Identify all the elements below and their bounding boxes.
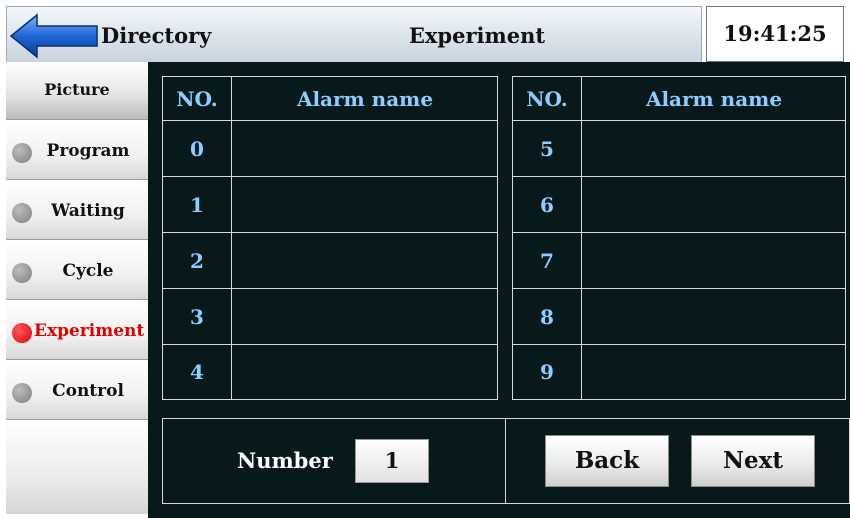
directory-label[interactable]: Directory — [101, 7, 211, 63]
sidebar-item-label: Program — [46, 141, 130, 161]
alarm-name-cell — [582, 177, 846, 232]
page-title: Experiment — [408, 23, 546, 48]
sidebar-item-label: Experiment — [34, 321, 145, 341]
alarm-table-right: NO. Alarm name 5 6 7 8 9 — [512, 76, 846, 400]
sidebar: Picture Program Waiting Cycle Experiment… — [6, 62, 148, 514]
sidebar-header-picture[interactable]: Picture — [6, 62, 148, 120]
back-button[interactable]: Back — [545, 435, 669, 487]
alarm-number: 5 — [540, 136, 554, 161]
table-row: 4 — [163, 345, 497, 399]
alarm-name-cell — [232, 177, 498, 232]
sidebar-blank-area — [6, 420, 148, 514]
column-header-no: NO. — [176, 86, 218, 111]
alarm-number: 6 — [540, 192, 554, 217]
back-arrow-icon[interactable] — [9, 13, 99, 59]
sidebar-item-cycle[interactable]: Cycle — [6, 242, 148, 300]
table-header-row: NO. Alarm name — [163, 77, 497, 121]
table-row: 6 — [513, 177, 845, 233]
alarm-number: 2 — [190, 248, 204, 273]
alarm-name-cell — [582, 121, 846, 176]
sidebar-item-experiment[interactable]: Experiment — [6, 302, 148, 360]
table-row: 5 — [513, 121, 845, 177]
column-header-alarm-name: Alarm name — [645, 86, 783, 111]
alarm-name-cell — [582, 233, 846, 288]
active-dot-icon — [12, 323, 32, 343]
number-label: Number — [237, 448, 333, 473]
alarm-number: 4 — [190, 360, 204, 384]
column-header-no: NO. — [526, 86, 568, 111]
alarm-name-cell — [232, 289, 498, 344]
sidebar-item-waiting[interactable]: Waiting — [6, 182, 148, 240]
main-panel: NO. Alarm name 0 1 2 3 4 NO. Alarm name — [148, 62, 850, 518]
number-input[interactable]: 1 — [355, 439, 429, 483]
table-row: 8 — [513, 289, 845, 345]
alarm-number: 8 — [540, 304, 554, 329]
title-bar: Directory Experiment — [6, 6, 702, 64]
next-button[interactable]: Next — [691, 435, 815, 487]
alarm-name-cell — [582, 289, 846, 344]
table-row: 1 — [163, 177, 497, 233]
alarm-number: 0 — [190, 136, 204, 161]
sidebar-item-program[interactable]: Program — [6, 122, 148, 180]
alarm-number: 9 — [540, 360, 554, 384]
alarm-name-cell — [232, 121, 498, 176]
table-row: 2 — [163, 233, 497, 289]
table-row: 0 — [163, 121, 497, 177]
alarm-number: 1 — [190, 192, 204, 217]
column-header-alarm-name: Alarm name — [296, 86, 434, 111]
sidebar-item-label: Control — [52, 381, 124, 401]
alarm-name-cell — [232, 233, 498, 288]
clock: 19:41:25 — [706, 6, 844, 62]
sidebar-item-label: Cycle — [62, 261, 114, 281]
table-row: 3 — [163, 289, 497, 345]
table-row: 9 — [513, 345, 845, 399]
sidebar-item-control[interactable]: Control — [6, 362, 148, 420]
alarm-table-left: NO. Alarm name 0 1 2 3 4 — [162, 76, 498, 400]
sidebar-item-label: Waiting — [51, 201, 125, 221]
table-row: 7 — [513, 233, 845, 289]
alarm-number: 7 — [540, 248, 554, 273]
alarm-name-cell — [582, 345, 846, 399]
alarm-number: 3 — [190, 304, 204, 329]
pagination-bar: Number 1 Back Next — [162, 418, 850, 504]
alarm-name-cell — [232, 345, 498, 399]
table-header-row: NO. Alarm name — [513, 77, 845, 121]
sidebar-header-label: Picture — [44, 80, 110, 99]
